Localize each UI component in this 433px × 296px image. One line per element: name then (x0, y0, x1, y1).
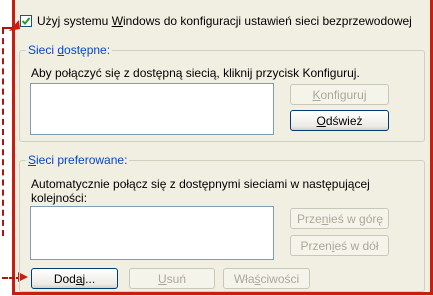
available-networks-description: Aby połączyć się z dostępną siecią, klik… (31, 66, 360, 80)
use-windows-config-row[interactable]: Użyj systemu Windows do konfiguracji ust… (20, 14, 412, 28)
move-down-button[interactable]: Przenieś w dół (290, 235, 389, 256)
use-windows-config-label: Użyj systemu Windows do konfiguracji ust… (37, 14, 412, 28)
preferred-networks-list[interactable] (30, 206, 274, 260)
remove-button[interactable]: Usuń (129, 268, 215, 289)
add-button[interactable]: Dodaj... (31, 268, 118, 289)
configure-button[interactable]: Konfiguruj (290, 84, 389, 105)
use-windows-config-checkbox[interactable] (20, 15, 32, 27)
annotation-dash-vertical (2, 28, 4, 236)
preferred-networks-description: Automatycznie połącz się z dostępnymi si… (31, 177, 370, 205)
properties-button[interactable]: Właściwości (223, 268, 310, 289)
preferred-networks-legend: Sieci preferowane: (26, 153, 130, 167)
checkmark-icon (21, 17, 31, 25)
available-networks-list[interactable] (30, 83, 274, 135)
move-up-button[interactable]: Przenieś w górę (290, 208, 389, 229)
refresh-button[interactable]: Odśwież (290, 110, 389, 131)
available-networks-legend: Sieci dostępne: (26, 43, 113, 57)
